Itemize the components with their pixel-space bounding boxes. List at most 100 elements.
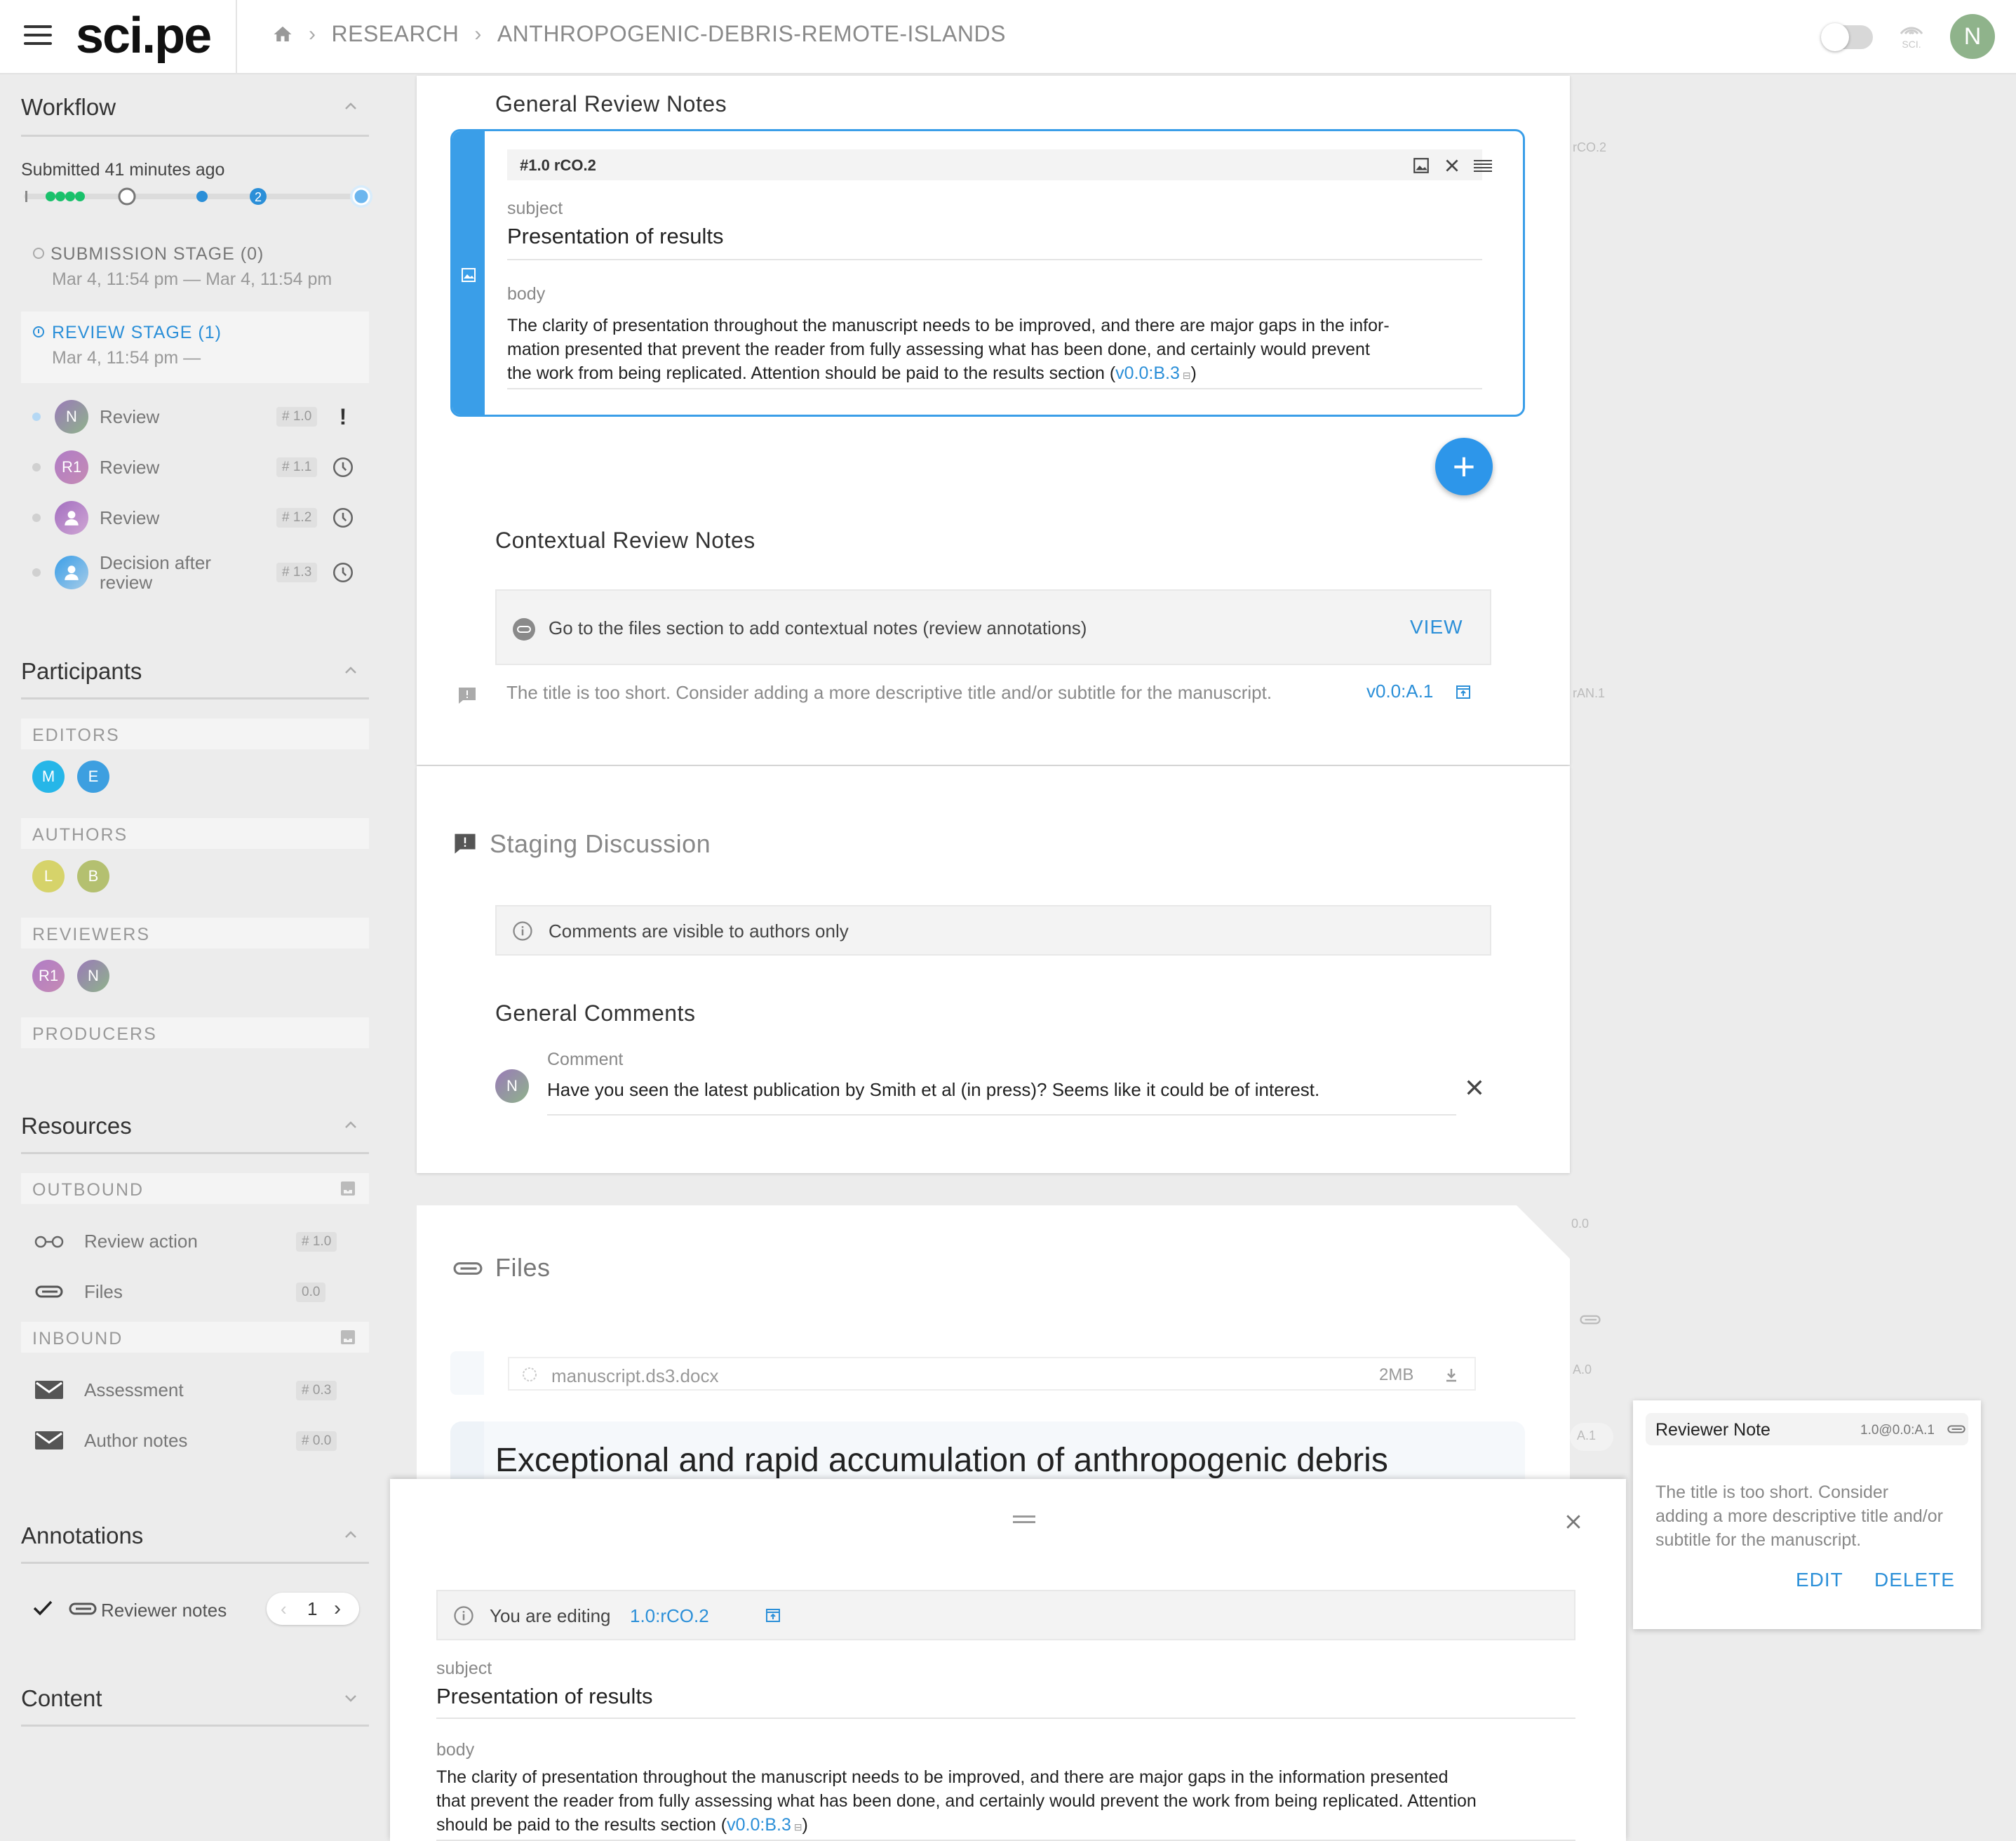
body-input[interactable]: The clarity of presentation throughout t… <box>436 1765 1587 1839</box>
chevron-up-icon[interactable] <box>342 1117 359 1134</box>
envelope-icon <box>34 1430 65 1451</box>
staging-info-bar: Comments are visible to authors only <box>495 905 1491 956</box>
status-dot <box>32 463 41 471</box>
general-review-note[interactable]: #1.0 rCO.2 subject Presentation of resul… <box>450 129 1525 417</box>
chevron-left-icon[interactable]: ‹ <box>281 1598 287 1620</box>
manuscript-title[interactable]: Exceptional and rapid accumulation of an… <box>495 1441 1388 1480</box>
close-panel-icon[interactable] <box>1563 1511 1584 1532</box>
body-end: ) <box>802 1815 808 1835</box>
role-authors: AUTHORS <box>21 818 369 849</box>
manuscript-title-bar: Exceptional and rapid accumulation of an… <box>450 1421 1525 1479</box>
open-link-icon[interactable] <box>765 1607 781 1624</box>
image-icon <box>462 268 476 282</box>
resource-files[interactable]: Files 0.0 <box>28 1274 372 1309</box>
resource-review-action[interactable]: Review action # 1.0 <box>28 1224 372 1259</box>
action-tag: # 1.2 <box>276 508 318 528</box>
chevron-up-icon[interactable] <box>342 98 359 115</box>
body-text: should be paid to the results section ( <box>436 1815 727 1835</box>
subject-value[interactable]: Presentation of results <box>507 224 723 249</box>
user-icon <box>55 501 88 535</box>
participant-avatar[interactable]: B <box>77 860 109 892</box>
contextual-note-link[interactable]: v0.0:A.1 <box>1366 681 1433 702</box>
annotation-count: 1 <box>307 1598 318 1619</box>
resources-title[interactable]: Resources <box>21 1113 132 1139</box>
download-icon[interactable] <box>1444 1367 1459 1384</box>
participant-avatar[interactable]: N <box>77 960 109 992</box>
role-editors: EDITORS <box>21 718 369 749</box>
body-link[interactable]: v0.0:B.3 <box>727 1815 791 1835</box>
delete-button[interactable]: DELETE <box>1874 1569 1955 1591</box>
comment-label: Comment <box>547 1050 624 1069</box>
resource-tag: # 1.0 <box>296 1232 337 1252</box>
annotation-pager[interactable]: ‹ 1 › <box>267 1593 359 1625</box>
drag-handle[interactable] <box>1013 1515 1035 1524</box>
chevron-right-icon[interactable]: › <box>334 1597 341 1621</box>
breadcrumb-current[interactable]: ANTHROPOGENIC-DEBRIS-REMOTE-ISLANDS <box>497 21 1006 47</box>
annotations-title[interactable]: Annotations <box>21 1522 143 1549</box>
avatar: N <box>55 400 88 434</box>
info-icon <box>513 921 532 941</box>
file-row[interactable]: manuscript.ds3.docx 2MB <box>508 1357 1476 1391</box>
signal-icon[interactable]: SCI. <box>1894 15 1929 50</box>
mode-toggle[interactable] <box>1821 23 1873 51</box>
side-tag-pill[interactable]: A.1 <box>1570 1423 1613 1451</box>
image-icon[interactable] <box>1412 156 1430 175</box>
chevron-down-icon[interactable] <box>342 1689 359 1706</box>
delete-comment-icon[interactable] <box>1463 1076 1486 1099</box>
status-dot <box>32 568 41 577</box>
action-label: Review <box>100 406 160 427</box>
reviewer-note-popover: Reviewer Note 1.0@0.0:A.1 The title is t… <box>1633 1400 1981 1629</box>
side-tag: A.0 <box>1573 1363 1592 1377</box>
workflow-action[interactable]: Review # 1.2 <box>28 498 372 537</box>
review-stage[interactable]: REVIEW STAGE (1) Mar 4, 11:54 pm — <box>21 312 369 383</box>
body-link[interactable]: v0.0:B.3 <box>1115 363 1180 383</box>
workflow-action[interactable]: R1 Review # 1.1 <box>28 448 372 487</box>
close-icon[interactable] <box>1443 156 1461 175</box>
title-strip <box>450 1421 484 1479</box>
editing-link[interactable]: 1.0:rCO.2 <box>630 1605 709 1627</box>
subject-input[interactable]: Presentation of results <box>436 1684 652 1709</box>
resource-assessment[interactable]: Assessment # 0.3 <box>28 1372 372 1407</box>
inbox-icon <box>341 1330 355 1344</box>
body-value[interactable]: The clarity of presentation throughout t… <box>507 314 1489 387</box>
body-text: the work from being replicated. Attentio… <box>507 363 1116 383</box>
chevron-up-icon[interactable] <box>342 662 359 679</box>
annotation-label: Reviewer notes <box>101 1600 227 1621</box>
logo[interactable]: sci.pe <box>76 7 212 65</box>
role-producers: PRODUCERS <box>21 1017 369 1048</box>
workflow-progress[interactable]: 2 <box>21 182 375 210</box>
submitted-time: Submitted 41 minutes ago <box>21 160 225 180</box>
view-button[interactable]: VIEW <box>1410 616 1463 638</box>
editing-prefix: You are editing <box>490 1605 611 1626</box>
annotation-reviewer-notes[interactable]: Reviewer notes ‹ 1 › <box>32 1590 369 1629</box>
participant-avatar[interactable]: M <box>32 761 65 793</box>
comment-text[interactable]: Have you seen the latest publication by … <box>547 1079 1319 1101</box>
contextual-note[interactable]: The title is too short. Consider adding … <box>495 675 1491 710</box>
workflow-action[interactable]: Decision after review # 1.3 <box>28 553 372 592</box>
user-avatar[interactable]: N <box>1950 14 1995 59</box>
workflow-title[interactable]: Workflow <box>21 94 116 121</box>
general-review-notes-heading: General Review Notes <box>495 91 727 116</box>
chevron-up-icon[interactable] <box>342 1527 359 1544</box>
resource-author-notes[interactable]: Author notes # 0.0 <box>28 1423 372 1458</box>
content-title[interactable]: Content <box>21 1685 102 1712</box>
open-link-icon[interactable] <box>1455 683 1472 700</box>
role-reviewers: REVIEWERS <box>21 918 369 949</box>
home-icon[interactable] <box>272 24 293 45</box>
files-heading: Files <box>495 1253 551 1282</box>
workflow-action[interactable]: N Review # 1.0 ! <box>28 397 372 436</box>
participant-avatar[interactable]: R1 <box>32 960 65 992</box>
paperclip-icon <box>34 1281 65 1302</box>
menu-icon[interactable] <box>24 25 52 48</box>
participants-title[interactable]: Participants <box>21 658 142 685</box>
clock-icon <box>331 561 355 584</box>
participant-avatar[interactable]: E <box>77 761 109 793</box>
action-label: Review <box>100 507 160 528</box>
file-row-strip <box>450 1351 484 1395</box>
participant-avatar[interactable]: L <box>32 860 65 892</box>
add-note-button[interactable]: + <box>1435 438 1493 495</box>
edit-button[interactable]: EDIT <box>1796 1569 1843 1591</box>
menu-lines-icon[interactable] <box>1472 156 1493 175</box>
body-label: body <box>436 1740 475 1760</box>
breadcrumb-research[interactable]: RESEARCH <box>332 21 459 47</box>
